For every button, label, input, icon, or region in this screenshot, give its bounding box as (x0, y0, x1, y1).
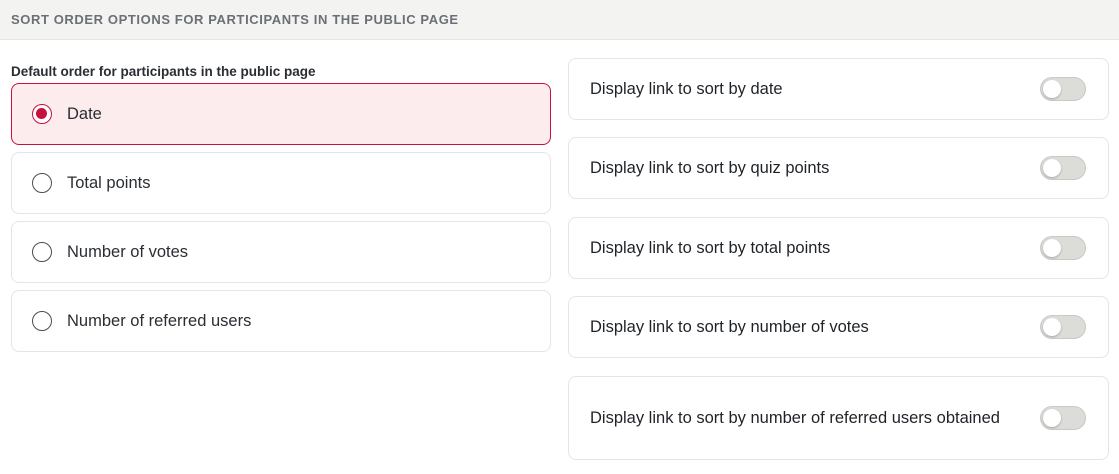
radio-unselected-icon[interactable] (32, 311, 52, 331)
toggle-row-sort-by-number-of-votes: Display link to sort by number of votes (568, 296, 1109, 358)
toggle-switch-sort-by-number-of-votes[interactable] (1040, 315, 1086, 339)
toggle-row-sort-by-quiz-points: Display link to sort by quiz points (568, 137, 1109, 199)
default-order-group: Default order for participants in the pu… (11, 63, 551, 352)
radio-unselected-icon[interactable] (32, 242, 52, 262)
toggle-label: Display link to sort by number of referr… (590, 409, 1000, 427)
radio-option-number-of-referred-users[interactable]: Number of referred users (11, 290, 551, 352)
radio-selected-icon[interactable] (32, 104, 52, 124)
radio-unselected-icon[interactable] (32, 173, 52, 193)
toggle-label: Display link to sort by date (590, 80, 783, 98)
toggle-row-sort-by-referred-users: Display link to sort by number of referr… (568, 376, 1109, 460)
toggle-switch-sort-by-quiz-points[interactable] (1040, 156, 1086, 180)
toggle-switch-sort-by-date[interactable] (1040, 77, 1086, 101)
toggle-label: Display link to sort by total points (590, 239, 831, 257)
radio-label: Total points (67, 173, 151, 192)
toggle-row-sort-by-date: Display link to sort by date (568, 58, 1109, 120)
toggle-label: Display link to sort by number of votes (590, 318, 869, 336)
radio-label: Date (67, 104, 102, 123)
toggle-row-sort-by-total-points: Display link to sort by total points (568, 217, 1109, 279)
toggle-switch-sort-by-total-points[interactable] (1040, 236, 1086, 260)
toggle-label: Display link to sort by quiz points (590, 159, 830, 177)
radio-label: Number of referred users (67, 311, 252, 330)
radio-option-date[interactable]: Date (11, 83, 551, 145)
radio-option-number-of-votes[interactable]: Number of votes (11, 221, 551, 283)
radio-label: Number of votes (67, 242, 189, 261)
toggle-switch-sort-by-referred-users[interactable] (1040, 406, 1086, 430)
section-title: SORT ORDER OPTIONS FOR PARTICIPANTS IN T… (11, 12, 459, 27)
section-header: SORT ORDER OPTIONS FOR PARTICIPANTS IN T… (0, 0, 1119, 40)
default-order-label: Default order for participants in the pu… (11, 64, 316, 79)
radio-option-total-points[interactable]: Total points (11, 152, 551, 214)
